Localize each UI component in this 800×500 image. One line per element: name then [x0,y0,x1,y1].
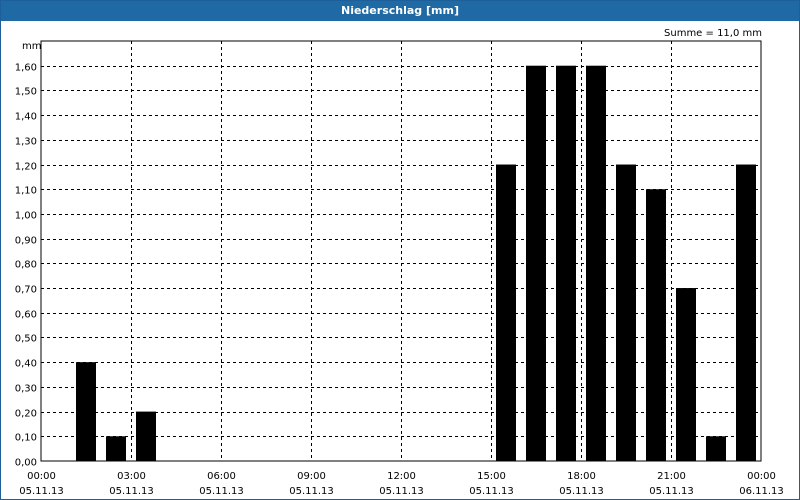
x-tick-date: 05.11.13 [19,486,64,497]
x-tick-date: 05.11.13 [289,486,334,497]
bar [496,164,516,461]
x-tick-time: 12:00 [387,471,416,482]
y-tick-label: 0,50 [15,334,37,345]
bar [526,65,546,462]
x-tick-date: 05.11.13 [469,486,514,497]
x-tick-time: 18:00 [567,471,596,482]
x-tick-time: 09:00 [297,471,326,482]
bar [676,288,696,461]
y-tick-label: 0,20 [15,409,37,420]
y-tick-label: 0,60 [15,310,37,321]
bar [106,436,126,461]
precipitation-chart: 0,00 0,10 0,20 0,30 0,40 0,50 0,60 0,70 0,80 0,90… [15,28,784,497]
y-tick-label: 1,00 [15,211,37,222]
x-tick-time: 00:00 [27,471,56,482]
bar [646,189,666,461]
y-tick-label: 0,70 [15,285,37,296]
bar [586,65,606,462]
x-tick-date: 05.11.13 [379,486,424,497]
y-tick-label: 1,40 [15,112,37,123]
x-tick-date: 05.11.13 [649,486,694,497]
y-tick-label: 0,30 [15,384,37,395]
y-tick-label: 0,10 [15,433,37,444]
y-tick-label: 0,40 [15,359,37,370]
bar [706,436,726,461]
bar [736,164,756,461]
x-tick-time: 00:00 [747,471,776,482]
y-tick-label: 1,60 [15,63,37,74]
bar [556,65,576,462]
y-tick-label: 1,50 [15,87,37,98]
y-tick-label: 1,10 [15,186,37,197]
y-tick-label: 1,30 [15,137,37,148]
x-tick-time: 21:00 [657,471,686,482]
y-axis-ticks: 0,00 0,10 0,20 0,30 0,40 0,50 0,60 0,70 0,80 0,90… [15,63,37,469]
x-tick-date: 05.11.13 [109,486,154,497]
bar [616,164,636,461]
y-tick-label: 0,80 [15,260,37,271]
x-tick-date: 05.11.13 [559,486,604,497]
y-tick-label: 0,90 [15,236,37,247]
x-tick-time: 03:00 [117,471,146,482]
y-tick-label: 1,20 [15,162,37,173]
sum-label: Summe = 11,0 mm [664,28,762,39]
x-tick-time: 15:00 [477,471,506,482]
bar [136,411,156,461]
y-tick-label: 0,00 [15,458,37,469]
x-tick-time: 06:00 [207,471,236,482]
bar [76,362,96,461]
x-tick-date: 05.11.13 [199,486,244,497]
x-tick-date: 06.11.13 [739,486,784,497]
y-axis-unit: mm [22,41,41,52]
x-axis-ticks: 00:00 05.11.13 03:00 05.11.13 06:00 05.11.13 0… [19,471,784,497]
